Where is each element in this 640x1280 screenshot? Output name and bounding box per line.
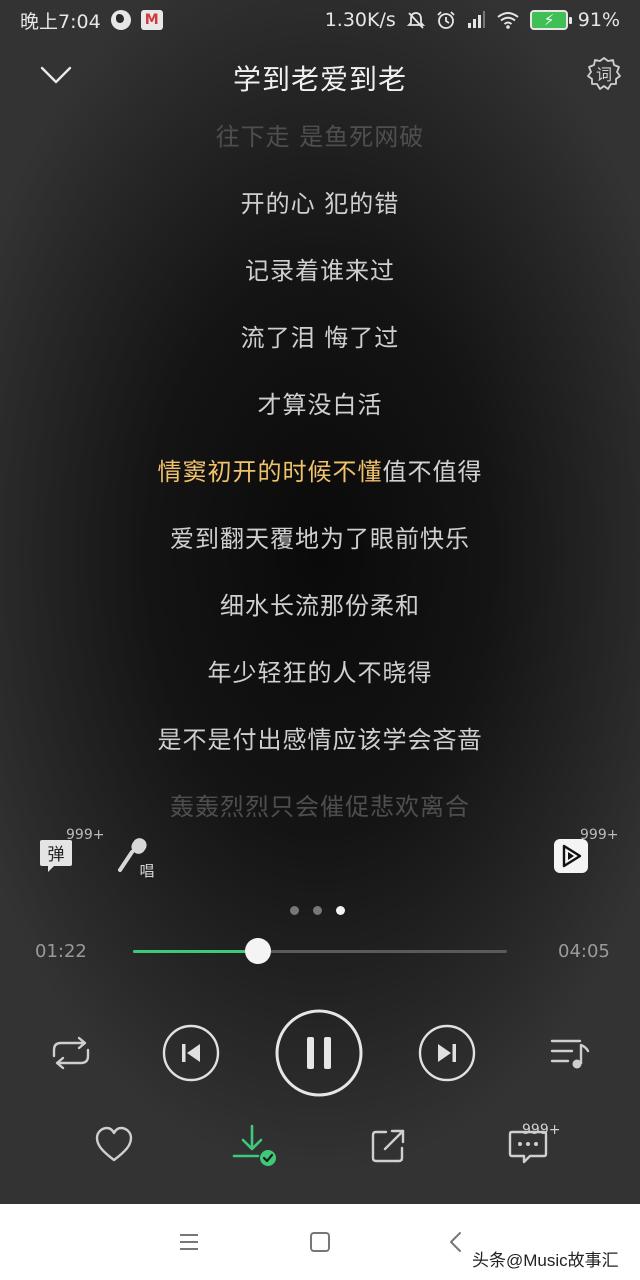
comment-count-badge: 999+: [522, 1122, 561, 1138]
sing-label: 唱: [139, 862, 154, 880]
karaoke-mic-button[interactable]: 唱: [116, 836, 160, 880]
menu-icon[interactable]: [177, 1230, 201, 1254]
lyric-sung-part: 情窦初开的时候不懂: [157, 458, 383, 486]
lyric-line-current: 情窦初开的时候不懂值不值得: [0, 452, 640, 487]
repeat-mode-button[interactable]: [48, 1034, 94, 1072]
danmu-label: 弹: [48, 845, 65, 865]
song-title: 学到老爱到老: [232, 63, 407, 96]
lyric-line: 往下走 是鱼死网破: [215, 123, 425, 151]
seek-bar-played: [133, 950, 259, 953]
total-time: 04:05: [558, 941, 610, 962]
home-icon[interactable]: [308, 1230, 332, 1254]
back-icon[interactable]: [444, 1230, 468, 1254]
pause-button[interactable]: [274, 1008, 364, 1098]
alarm-icon: [437, 11, 455, 29]
lyric-line: 是不是付出感情应该学会吝啬: [157, 726, 483, 754]
network-speed: 1.30K/s: [324, 9, 396, 31]
lyric-line: 开的心 犯的错: [240, 190, 400, 218]
lyric-settings-icon[interactable]: 词: [586, 56, 622, 92]
lyric-settings-glyph: 词: [596, 65, 612, 84]
danmu-button[interactable]: 弹: [38, 838, 74, 874]
lyric-line: 年少轻狂的人不晓得: [207, 659, 433, 687]
player-screen: 晚上7:04 M 1.30K/s ⚡ 91% 学到老爱到老 词 往下走 是鱼死网…: [0, 0, 640, 1204]
page-dot-active[interactable]: [336, 906, 345, 915]
page-dot[interactable]: [290, 906, 299, 915]
danmu-count-badge: 999+: [66, 827, 105, 843]
signal-icon: [467, 11, 485, 28]
lyric-line: 才算没白活: [257, 391, 383, 419]
playlist-button[interactable]: [550, 1034, 590, 1072]
status-bar: 晚上7:04 M 1.30K/s ⚡ 91%: [0, 0, 640, 40]
seek-thumb[interactable]: [245, 938, 272, 964]
lyrics-panel[interactable]: 往下走 是鱼死网破 开的心 犯的错 记录着谁来过 流了泪 悔了过 才算没白活 情…: [0, 112, 640, 821]
player-header: 学到老爱到老 词: [0, 44, 640, 108]
music-video-button[interactable]: [554, 839, 588, 873]
globe-icon: [110, 10, 131, 30]
watermark: 头条@Music故事汇: [472, 1251, 619, 1270]
page-indicator: [290, 906, 345, 915]
status-time: 晚上7:04: [20, 10, 101, 33]
downloaded-icon[interactable]: [230, 1122, 278, 1170]
lyric-unsung-part: 值不值得: [382, 458, 483, 486]
current-time: 01:22: [35, 941, 87, 962]
mute-icon: [406, 12, 425, 29]
heart-icon[interactable]: [94, 1126, 134, 1164]
wifi-icon: [497, 12, 519, 29]
seek-bar[interactable]: [133, 938, 507, 964]
battery-icon: ⚡: [529, 10, 572, 30]
lyric-line: 记录着谁来过: [245, 257, 395, 285]
play-video-icon: [562, 844, 582, 868]
video-count-badge: 999+: [580, 827, 619, 843]
page-dot[interactable]: [313, 906, 322, 915]
next-track-button[interactable]: [418, 1024, 476, 1082]
share-icon[interactable]: [370, 1128, 406, 1164]
lyric-line: 细水长流那份柔和: [220, 592, 420, 620]
app-m-icon: M: [140, 10, 163, 30]
lyric-line: 爱到翻天覆地为了眼前快乐: [170, 525, 470, 553]
battery-level: 91%: [577, 9, 620, 31]
lyric-line: 轰轰烈烈只会催促悲欢离合: [170, 793, 470, 821]
lyric-line: 流了泪 悔了过: [240, 324, 400, 352]
previous-track-button[interactable]: [162, 1024, 220, 1082]
